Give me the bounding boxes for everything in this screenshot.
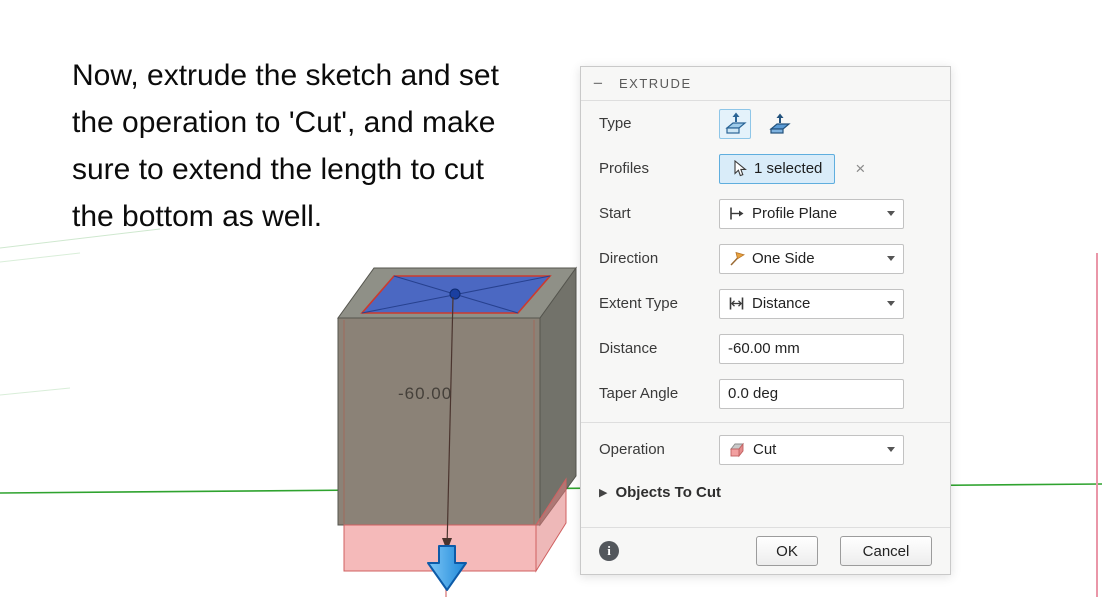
profiles-label: Profiles bbox=[599, 160, 650, 177]
dialog-title: EXTRUDE bbox=[619, 76, 692, 91]
one-side-icon bbox=[730, 251, 745, 266]
row-direction: Direction One Side bbox=[581, 236, 950, 281]
sketch-profile[interactable] bbox=[360, 275, 552, 314]
extrude-type-button[interactable] bbox=[719, 108, 751, 139]
extrude-icon bbox=[725, 112, 747, 134]
instruction-line: sure to extend the length to cut bbox=[72, 153, 484, 186]
row-extent-type: Extent Type Distance bbox=[581, 281, 950, 326]
chevron-down-icon bbox=[887, 447, 895, 452]
distance-input[interactable] bbox=[719, 333, 904, 364]
instruction-text: Now, extrude the sketch and set the oper… bbox=[72, 52, 592, 240]
operation-label: Operation bbox=[599, 441, 665, 458]
dialog-footer: i OK Cancel bbox=[581, 527, 950, 574]
clear-selection-icon[interactable]: × bbox=[855, 159, 865, 179]
row-distance: Distance bbox=[581, 326, 950, 371]
cancel-button[interactable]: Cancel bbox=[840, 536, 932, 566]
sketch-center-point bbox=[449, 288, 461, 300]
application-canvas: -60.00 Now, extrude the sketch and set t… bbox=[0, 0, 1102, 597]
objects-to-cut-label: Objects To Cut bbox=[615, 483, 722, 501]
row-taper-angle: Taper Angle bbox=[581, 371, 950, 416]
dialog-header[interactable]: − EXTRUDE bbox=[581, 67, 950, 101]
chevron-down-icon bbox=[887, 256, 895, 261]
row-start: Start Profile Plane bbox=[581, 191, 950, 236]
operation-value: Cut bbox=[753, 441, 777, 458]
start-dropdown[interactable]: Profile Plane bbox=[719, 198, 904, 229]
row-operation: Operation Cut bbox=[581, 427, 950, 472]
distance-extent-icon bbox=[729, 297, 744, 310]
profiles-selection-button[interactable]: 1 selected bbox=[719, 153, 836, 184]
extent-type-label: Extent Type bbox=[599, 295, 678, 312]
profiles-count: 1 selected bbox=[754, 160, 823, 177]
thin-extrude-icon bbox=[769, 113, 791, 134]
info-icon[interactable]: i bbox=[599, 541, 619, 561]
row-profiles: Profiles 1 selected × bbox=[581, 146, 950, 191]
extent-type-dropdown[interactable]: Distance bbox=[719, 288, 904, 319]
operation-dropdown[interactable]: Cut bbox=[719, 434, 904, 465]
expand-triangle-icon: ▶ bbox=[599, 486, 608, 499]
instruction-line: the operation to 'Cut', and make bbox=[72, 106, 496, 139]
extrude-dialog: − EXTRUDE Type Profiles 1 selected × Sta… bbox=[580, 66, 951, 575]
instruction-line: the bottom as well. bbox=[72, 200, 323, 233]
grid-lines bbox=[0, 228, 161, 396]
row-type: Type bbox=[581, 101, 950, 146]
profile-plane-icon bbox=[730, 207, 744, 220]
cursor-icon bbox=[734, 160, 747, 177]
thin-extrude-type-button[interactable] bbox=[763, 109, 795, 139]
direction-value: One Side bbox=[752, 250, 815, 267]
dimension-label: -60.00 bbox=[398, 384, 453, 403]
taper-angle-label: Taper Angle bbox=[599, 385, 679, 402]
cut-operation-icon bbox=[730, 442, 744, 457]
instruction-line: Now, extrude the sketch and set bbox=[72, 59, 499, 92]
collapse-icon[interactable]: − bbox=[593, 74, 611, 94]
ok-button[interactable]: OK bbox=[756, 536, 818, 566]
distance-label: Distance bbox=[599, 340, 658, 357]
direction-dropdown[interactable]: One Side bbox=[719, 243, 904, 274]
taper-angle-input[interactable] bbox=[719, 378, 904, 409]
chevron-down-icon bbox=[887, 211, 895, 216]
type-label: Type bbox=[599, 115, 632, 132]
direction-label: Direction bbox=[599, 250, 659, 267]
start-value: Profile Plane bbox=[752, 205, 838, 222]
section-divider bbox=[581, 422, 950, 423]
objects-to-cut-expander[interactable]: ▶ Objects To Cut bbox=[581, 472, 950, 512]
chevron-down-icon bbox=[887, 301, 895, 306]
start-label: Start bbox=[599, 205, 631, 222]
extent-type-value: Distance bbox=[752, 295, 811, 312]
